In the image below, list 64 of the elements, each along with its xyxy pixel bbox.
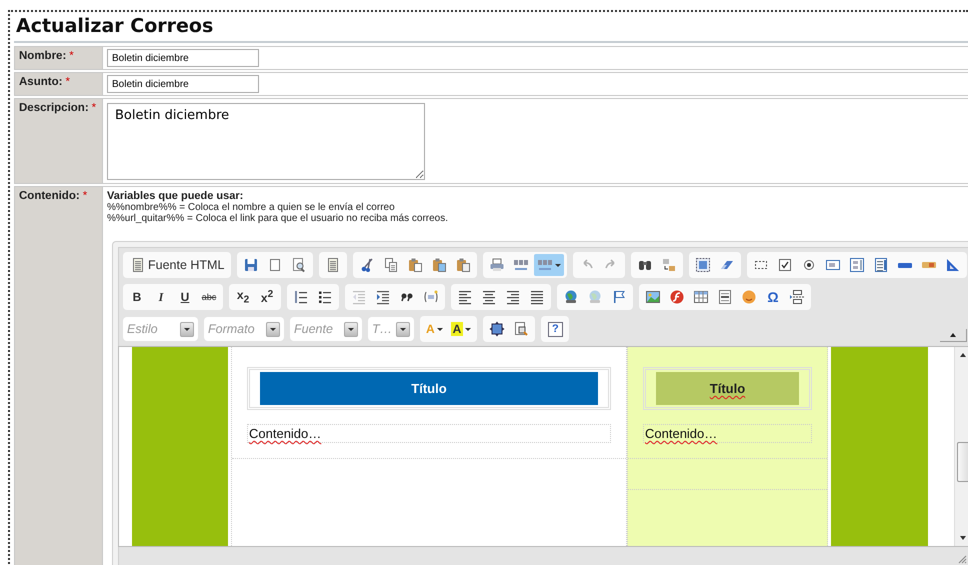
content-text: Contenido… bbox=[247, 424, 611, 443]
indent-icon bbox=[375, 289, 391, 305]
align-left-icon bbox=[457, 289, 473, 305]
outdent-icon bbox=[351, 289, 367, 305]
copy-icon bbox=[383, 257, 400, 273]
special-character-button[interactable]: Ω bbox=[762, 286, 784, 308]
maximize-icon bbox=[489, 321, 506, 337]
background-color-button[interactable]: A bbox=[448, 318, 474, 340]
variable-description: %%url_quitar%% = Coloca el link para que el usuario no reciba más correos. bbox=[107, 213, 450, 224]
required-mark: * bbox=[82, 190, 88, 202]
text-field[interactable]: Boletin diciembre bbox=[107, 75, 259, 93]
clipboard-icon bbox=[455, 257, 472, 273]
image-icon bbox=[645, 289, 661, 305]
required-mark: * bbox=[69, 50, 74, 62]
subscript-button[interactable]: x$_{2}$ bbox=[232, 286, 254, 308]
justify-icon bbox=[529, 289, 545, 305]
superscript-button[interactable]: x$^{2}$ bbox=[256, 286, 278, 308]
field-label: Contenido: bbox=[19, 190, 80, 202]
field-label: Descripcion: bbox=[19, 102, 89, 114]
smiley-icon bbox=[741, 289, 757, 305]
page-title: Actualizar Correos bbox=[14, 12, 968, 43]
globe-icon bbox=[587, 289, 603, 305]
list-box-icon bbox=[873, 257, 890, 273]
text-area[interactable]: Boletin diciembre bbox=[107, 103, 425, 180]
clipboard-icon bbox=[431, 257, 448, 273]
strikethrough-button[interactable]: abc bbox=[198, 286, 220, 308]
text-field[interactable]: Boletin diciembre bbox=[107, 49, 259, 67]
variables-heading: Variables que puede usar: bbox=[107, 190, 244, 202]
variable-description: %%nombre%% = Coloca el nombre a quien se le envía el correo bbox=[107, 202, 396, 213]
globe-icon bbox=[563, 289, 579, 305]
text-field-icon bbox=[825, 257, 842, 273]
replace-icon bbox=[661, 257, 678, 273]
scissors-icon bbox=[359, 257, 376, 273]
numbered-list-icon bbox=[293, 289, 309, 305]
title-banner: Título bbox=[260, 372, 598, 405]
spellcheck-menu-button[interactable] bbox=[534, 254, 564, 276]
content-text: Contenido… bbox=[643, 424, 812, 443]
checkbox-icon bbox=[777, 257, 794, 273]
page-break-icon bbox=[789, 289, 805, 305]
required-mark: * bbox=[92, 102, 96, 114]
select-all-icon bbox=[695, 257, 712, 273]
show-blocks-icon bbox=[513, 321, 530, 337]
underline-button[interactable]: U bbox=[174, 286, 196, 308]
text-area-icon bbox=[849, 257, 866, 273]
page-magnifier-icon bbox=[291, 257, 308, 273]
align-center-icon bbox=[481, 289, 497, 305]
field-label: Asunto: bbox=[19, 76, 62, 88]
bullet-list-icon bbox=[317, 289, 333, 305]
clipboard-icon bbox=[407, 257, 424, 273]
table-icon bbox=[693, 289, 709, 305]
triangle-icon bbox=[945, 257, 962, 273]
bold-button[interactable]: B bbox=[126, 286, 148, 308]
italic-button[interactable]: I bbox=[150, 286, 172, 308]
flash-icon bbox=[669, 289, 685, 305]
document-icon bbox=[130, 257, 146, 273]
resize-grip-icon[interactable] bbox=[958, 555, 968, 564]
flag-icon bbox=[611, 289, 627, 305]
field-label: Nombre: bbox=[19, 50, 66, 62]
required-mark: * bbox=[65, 76, 70, 88]
align-right-icon bbox=[505, 289, 521, 305]
scrollbar[interactable] bbox=[954, 347, 968, 546]
printer-icon bbox=[489, 257, 506, 273]
title-banner: Título bbox=[656, 372, 799, 405]
collapse-toolbar-button[interactable] bbox=[940, 329, 968, 342]
